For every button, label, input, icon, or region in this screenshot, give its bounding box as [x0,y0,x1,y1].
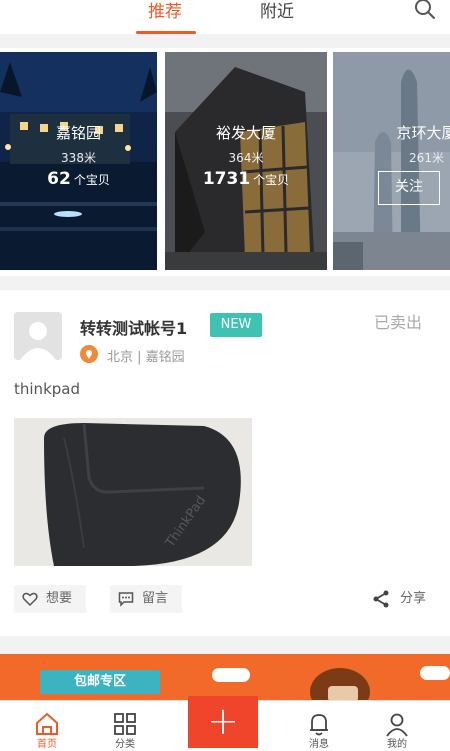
community-distance: 338米 [61,151,96,165]
community-name: 嘉铭园 [55,124,101,142]
avatar[interactable] [14,312,62,360]
user-icon [386,713,408,737]
item-count-unit: 个宝贝 [253,173,290,187]
free-shipping-banner[interactable]: 包邮专区 [0,654,450,700]
publish-button[interactable]: + [188,696,258,748]
item-photo-mouse[interactable]: ThinkPad [14,418,252,566]
want-button[interactable]: 想要 [14,585,86,613]
username[interactable]: 转转测试帐号1 [80,315,187,339]
community-item-count: 1731 个宝贝 [165,169,327,189]
heart-icon [22,592,38,607]
bell-icon [310,714,328,736]
cloud-decoration [420,666,450,680]
mouse-image: ThinkPad [14,418,252,566]
divider [0,636,450,654]
tab-nearby[interactable]: 附近 [260,0,294,24]
new-badge: NEW [210,313,262,337]
post-title: thinkpad [14,380,80,398]
item-count-number: 1731 [202,169,251,189]
free-shipping-ribbon: 包邮专区 [40,670,160,694]
divider [0,34,450,48]
follow-button[interactable]: 关注 [378,171,440,205]
nav-messages-label: 消息 [309,739,329,750]
divider [0,276,450,290]
item-count-number: 62 [47,169,71,189]
tab-recommend[interactable]: 推荐 [148,0,182,24]
want-label: 想要 [46,591,73,606]
nav-category[interactable]: 分类 [90,701,160,750]
post-location: 北京 | 嘉铭园 [107,350,185,365]
nav-messages[interactable]: 消息 [284,701,354,750]
cloud-decoration [212,668,250,682]
nav-category-label: 分类 [115,739,135,750]
grid-icon [114,713,136,735]
search-icon[interactable] [412,0,438,24]
community-carousel[interactable]: 嘉铭园 338米 62 个宝贝 裕发大厦 364米 1731 个宝贝 京环大厦 … [0,52,450,270]
comment-icon [118,592,134,607]
community-card[interactable]: 京环大厦 261米 [333,52,450,270]
plus-icon: + [207,699,239,743]
nav-profile-label: 我的 [387,739,407,750]
nav-profile[interactable]: 我的 [362,701,432,750]
location-pin-icon [80,345,98,363]
cartoon-character [310,668,370,700]
community-distance: 364米 [228,151,264,165]
share-label: 分享 [400,591,427,606]
share-icon [373,590,389,608]
home-icon [36,712,58,735]
nav-home-label: 首页 [37,739,57,750]
default-avatar-icon [14,312,62,360]
comment-label: 留言 [142,591,169,606]
item-count-unit: 个宝贝 [73,173,110,187]
community-card[interactable]: 裕发大厦 364米 1731 个宝贝 [165,52,327,270]
community-distance: 261米 [409,151,444,165]
community-name: 京环大厦 [396,124,450,142]
community-card[interactable]: 嘉铭园 338米 62 个宝贝 [0,52,157,270]
community-name: 裕发大厦 [215,124,276,142]
community-item-count: 62 个宝贝 [0,169,157,189]
top-tab-bar: 推荐 附近 [0,0,450,34]
sold-status: 已卖出 [374,313,423,332]
comment-button[interactable]: 留言 [110,585,182,613]
nav-home[interactable]: 首页 [12,701,82,750]
